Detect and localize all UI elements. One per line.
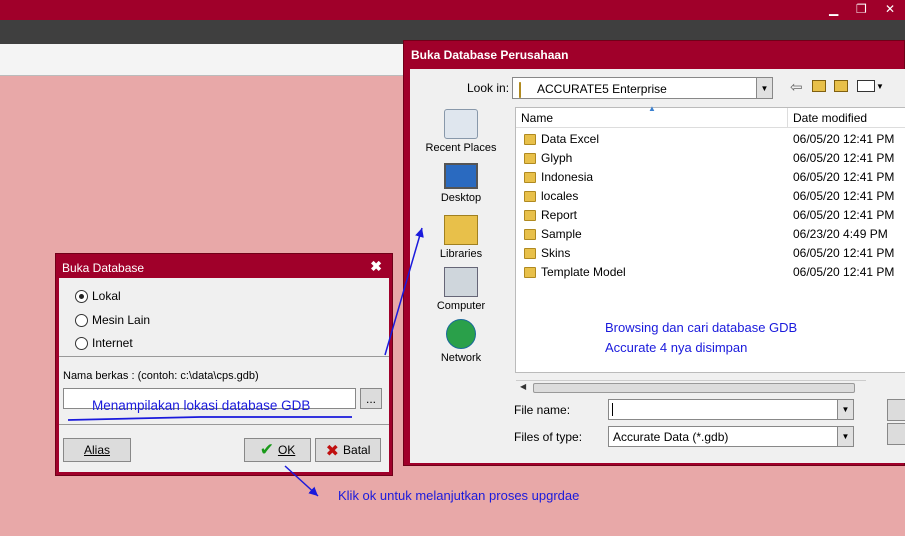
annotation-arrows — [67, 227, 424, 497]
arrow-to-ok — [284, 465, 319, 497]
underline-annotation — [67, 416, 352, 421]
arrow-to-file-dialog — [384, 227, 424, 356]
